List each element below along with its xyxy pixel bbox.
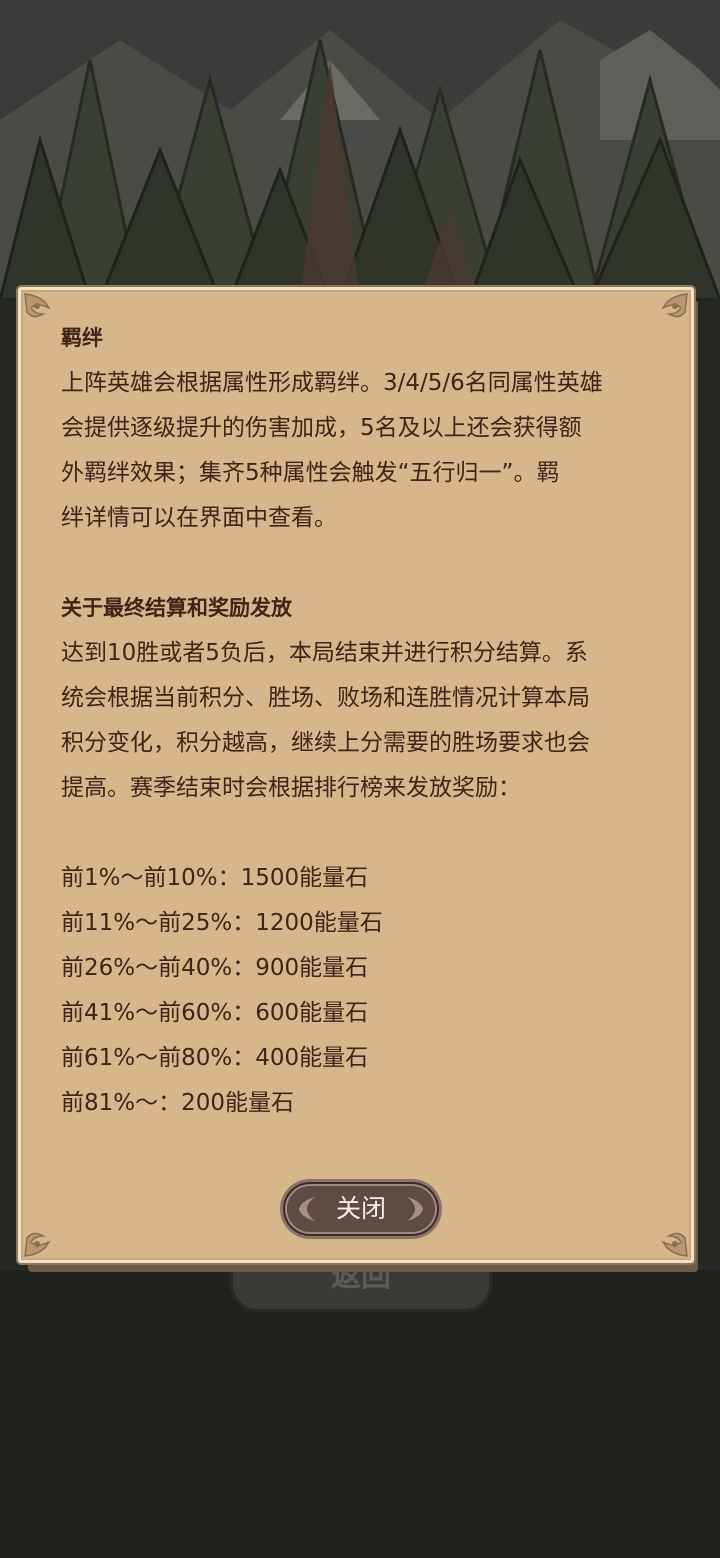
corner-ornament-icon xyxy=(24,1232,51,1257)
section-title-bond: 羁绊 xyxy=(61,326,103,350)
text-line: 统会根据当前积分、胜场、败场和连胜情况计算本局 xyxy=(61,685,590,711)
info-dialog: 羁绊 上阵英雄会根据属性形成羁绊。3/4/5/6名同属性英雄 会提供逐级提升的伤… xyxy=(18,287,694,1263)
paragraph-settlement: 达到10胜或者5负后，本局结束并进行积分结算。系 统会根据当前积分、胜场、败场和… xyxy=(61,631,671,811)
reward-list: 前1%～前10%：1500能量石 前11%～前25%：1200能量石 前26%～… xyxy=(61,856,671,1126)
paragraph-bond: 上阵英雄会根据属性形成羁绊。3/4/5/6名同属性英雄 会提供逐级提升的伤害加成… xyxy=(61,361,671,541)
close-button[interactable]: 关闭 xyxy=(283,1182,439,1236)
button-ornament-icon xyxy=(407,1197,423,1221)
reward-row: 前1%～前10%：1500能量石 xyxy=(61,865,369,891)
corner-ornament-icon xyxy=(661,1232,688,1257)
text-line: 提高。赛季结束时会根据排行榜来发放奖励： xyxy=(61,775,521,801)
reward-row: 前41%～前60%：600能量石 xyxy=(61,1000,369,1026)
text-line: 外羁绊效果；集齐5种属性会触发“五行归一”。羁 xyxy=(61,460,560,486)
reward-row: 前61%～前80%：400能量石 xyxy=(61,1045,369,1071)
reward-row: 前81%～：200能量石 xyxy=(61,1090,295,1116)
reward-row: 前11%～前25%：1200能量石 xyxy=(61,910,383,936)
reward-row: 前26%～前40%：900能量石 xyxy=(61,955,369,981)
text-line: 上阵英雄会根据属性形成羁绊。3/4/5/6名同属性英雄 xyxy=(61,370,603,396)
button-ornament-icon xyxy=(299,1197,315,1221)
close-button-label: 关闭 xyxy=(335,1194,386,1223)
text-line: 达到10胜或者5负后，本局结束并进行积分结算。系 xyxy=(61,640,588,666)
section-title-settlement: 关于最终结算和奖励发放 xyxy=(61,596,292,620)
dialog-content: 羁绊 上阵英雄会根据属性形成羁绊。3/4/5/6名同属性英雄 会提供逐级提升的伤… xyxy=(61,316,671,1126)
text-line: 绊详情可以在界面中查看。 xyxy=(61,505,337,531)
text-line: 积分变化，积分越高，继续上分需要的胜场要求也会 xyxy=(61,730,590,756)
text-line: 会提供逐级提升的伤害加成，5名及以上还会获得额 xyxy=(61,415,582,441)
